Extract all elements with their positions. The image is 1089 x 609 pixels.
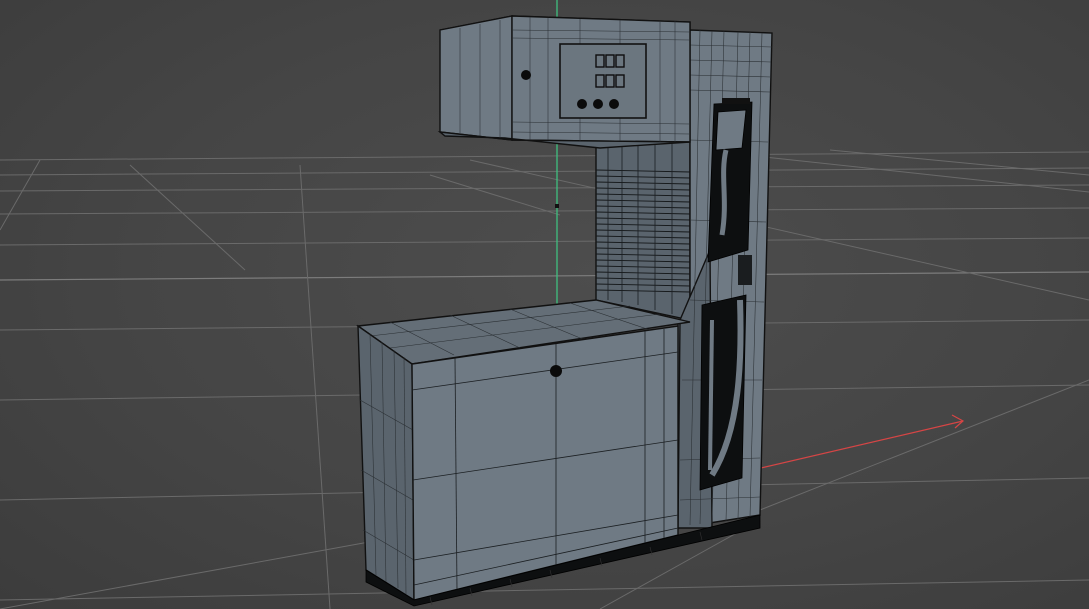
side-hole xyxy=(521,70,531,80)
display-head[interactable] xyxy=(437,15,691,149)
button-1 xyxy=(577,99,587,109)
scene-canvas[interactable] xyxy=(0,0,1089,609)
3d-viewport[interactable] xyxy=(0,0,1089,609)
nozzle-tower[interactable] xyxy=(677,29,773,529)
pump-column[interactable] xyxy=(595,139,691,321)
pivot-marker xyxy=(555,204,559,208)
lock-hole xyxy=(550,365,562,377)
button-2 xyxy=(593,99,603,109)
button-3 xyxy=(609,99,619,109)
x-axis-line xyxy=(747,420,964,472)
